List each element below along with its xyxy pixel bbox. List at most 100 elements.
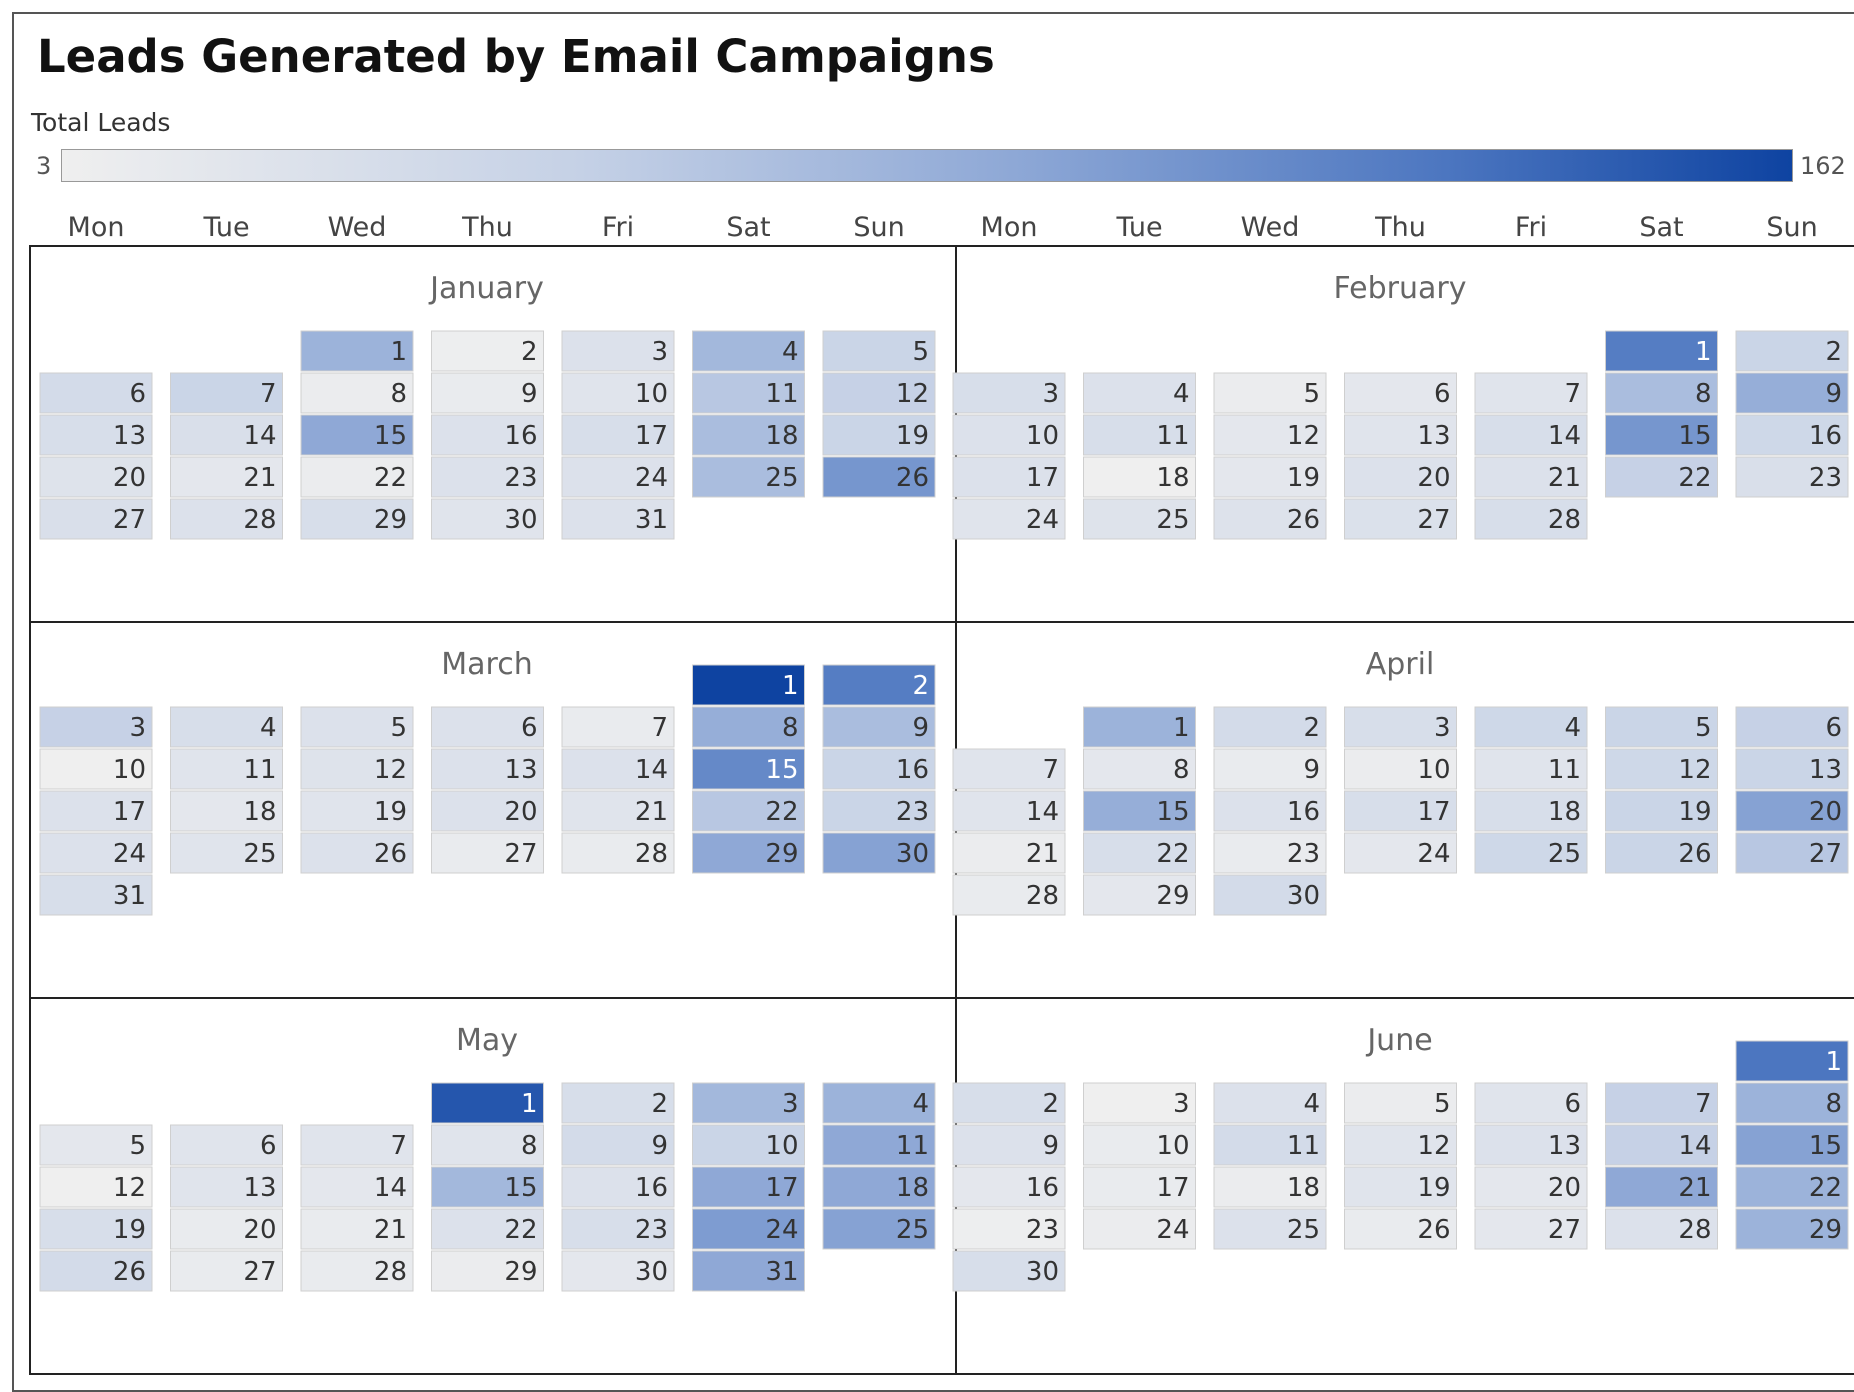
day-number: 22	[1809, 1173, 1842, 1203]
day-number: 14	[1548, 421, 1581, 451]
month-label: May	[456, 1023, 518, 1058]
day-number: 13	[1417, 421, 1450, 451]
month-label: June	[1365, 1023, 1432, 1058]
day-number: 3	[129, 713, 146, 743]
day-number: 4	[1173, 379, 1190, 409]
day-number: 25	[1287, 1215, 1320, 1245]
day-number: 11	[1548, 755, 1581, 785]
day-number: 7	[260, 379, 277, 409]
day-number: 6	[1825, 713, 1842, 743]
day-number: 9	[912, 713, 929, 743]
day-number: 13	[1548, 1131, 1581, 1161]
day-number: 8	[390, 379, 407, 409]
day-number: 1	[782, 671, 799, 701]
day-number: 16	[1809, 421, 1842, 451]
day-number: 6	[129, 379, 146, 409]
weekday-header: Tue	[202, 212, 249, 243]
day-number: 9	[1042, 1131, 1059, 1161]
day-number: 28	[1678, 1215, 1711, 1245]
day-number: 2	[651, 1089, 668, 1119]
day-number: 24	[1026, 505, 1059, 535]
day-number: 3	[782, 1089, 799, 1119]
day-number: 10	[1156, 1131, 1189, 1161]
day-number: 17	[765, 1173, 798, 1203]
day-number: 19	[1417, 1173, 1450, 1203]
day-number: 27	[1548, 1215, 1581, 1245]
day-number: 18	[1287, 1173, 1320, 1203]
day-number: 7	[651, 713, 668, 743]
day-number: 4	[912, 1089, 929, 1119]
weekday-header: Mon	[981, 212, 1038, 243]
day-number: 24	[113, 839, 146, 869]
day-number: 29	[1156, 881, 1189, 911]
day-number: 18	[1156, 463, 1189, 493]
day-number: 2	[1303, 713, 1320, 743]
weekday-header: Fri	[1515, 212, 1547, 243]
day-number: 8	[1695, 379, 1712, 409]
day-number: 15	[374, 421, 407, 451]
day-number: 17	[635, 421, 668, 451]
day-number: 20	[113, 463, 146, 493]
day-number: 5	[129, 1131, 146, 1161]
weekday-header: Wed	[328, 212, 387, 243]
day-number: 20	[1548, 1173, 1581, 1203]
day-number: 1	[1695, 337, 1712, 367]
day-number: 31	[113, 881, 146, 911]
day-number: 22	[504, 1215, 537, 1245]
day-number: 27	[1809, 839, 1842, 869]
weekday-header: Thu	[1374, 212, 1426, 243]
day-number: 4	[1303, 1089, 1320, 1119]
day-number: 30	[896, 839, 929, 869]
day-number: 21	[243, 463, 276, 493]
day-number: 21	[1678, 1173, 1711, 1203]
day-number: 26	[1417, 1215, 1450, 1245]
day-number: 13	[243, 1173, 276, 1203]
day-number: 26	[374, 839, 407, 869]
day-number: 30	[1026, 1257, 1059, 1287]
day-number: 18	[765, 421, 798, 451]
day-number: 14	[374, 1173, 407, 1203]
day-number: 25	[896, 1215, 929, 1245]
day-number: 11	[896, 1131, 929, 1161]
weekday-header: Sun	[1766, 212, 1817, 243]
day-number: 23	[896, 797, 929, 827]
day-number: 5	[1303, 379, 1320, 409]
day-number: 20	[1417, 463, 1450, 493]
day-number: 10	[1026, 421, 1059, 451]
day-number: 21	[374, 1215, 407, 1245]
day-number: 5	[912, 337, 929, 367]
day-number: 17	[1417, 797, 1450, 827]
day-number: 10	[1417, 755, 1450, 785]
day-number: 21	[1548, 463, 1581, 493]
day-number: 27	[504, 839, 537, 869]
day-number: 25	[1156, 505, 1189, 535]
month-label: March	[441, 647, 532, 682]
day-number: 13	[113, 421, 146, 451]
day-number: 26	[1678, 839, 1711, 869]
day-number: 28	[1026, 881, 1059, 911]
day-number: 30	[1287, 881, 1320, 911]
day-number: 30	[635, 1257, 668, 1287]
day-number: 24	[1417, 839, 1450, 869]
day-number: 12	[1287, 421, 1320, 451]
day-number: 28	[243, 505, 276, 535]
day-number: 12	[1417, 1131, 1450, 1161]
day-number: 2	[521, 337, 538, 367]
day-number: 22	[1678, 463, 1711, 493]
day-number: 25	[1548, 839, 1581, 869]
day-number: 9	[1303, 755, 1320, 785]
day-number: 9	[521, 379, 538, 409]
day-number: 12	[1678, 755, 1711, 785]
day-number: 10	[113, 755, 146, 785]
day-number: 7	[1564, 379, 1581, 409]
day-number: 26	[896, 463, 929, 493]
day-number: 3	[651, 337, 668, 367]
day-number: 28	[1548, 505, 1581, 535]
weekday-header: Sun	[853, 212, 904, 243]
day-number: 8	[1173, 755, 1190, 785]
day-number: 24	[1156, 1215, 1189, 1245]
day-number: 12	[113, 1173, 146, 1203]
day-number: 1	[390, 337, 407, 367]
day-number: 26	[113, 1257, 146, 1287]
day-number: 3	[1042, 379, 1059, 409]
